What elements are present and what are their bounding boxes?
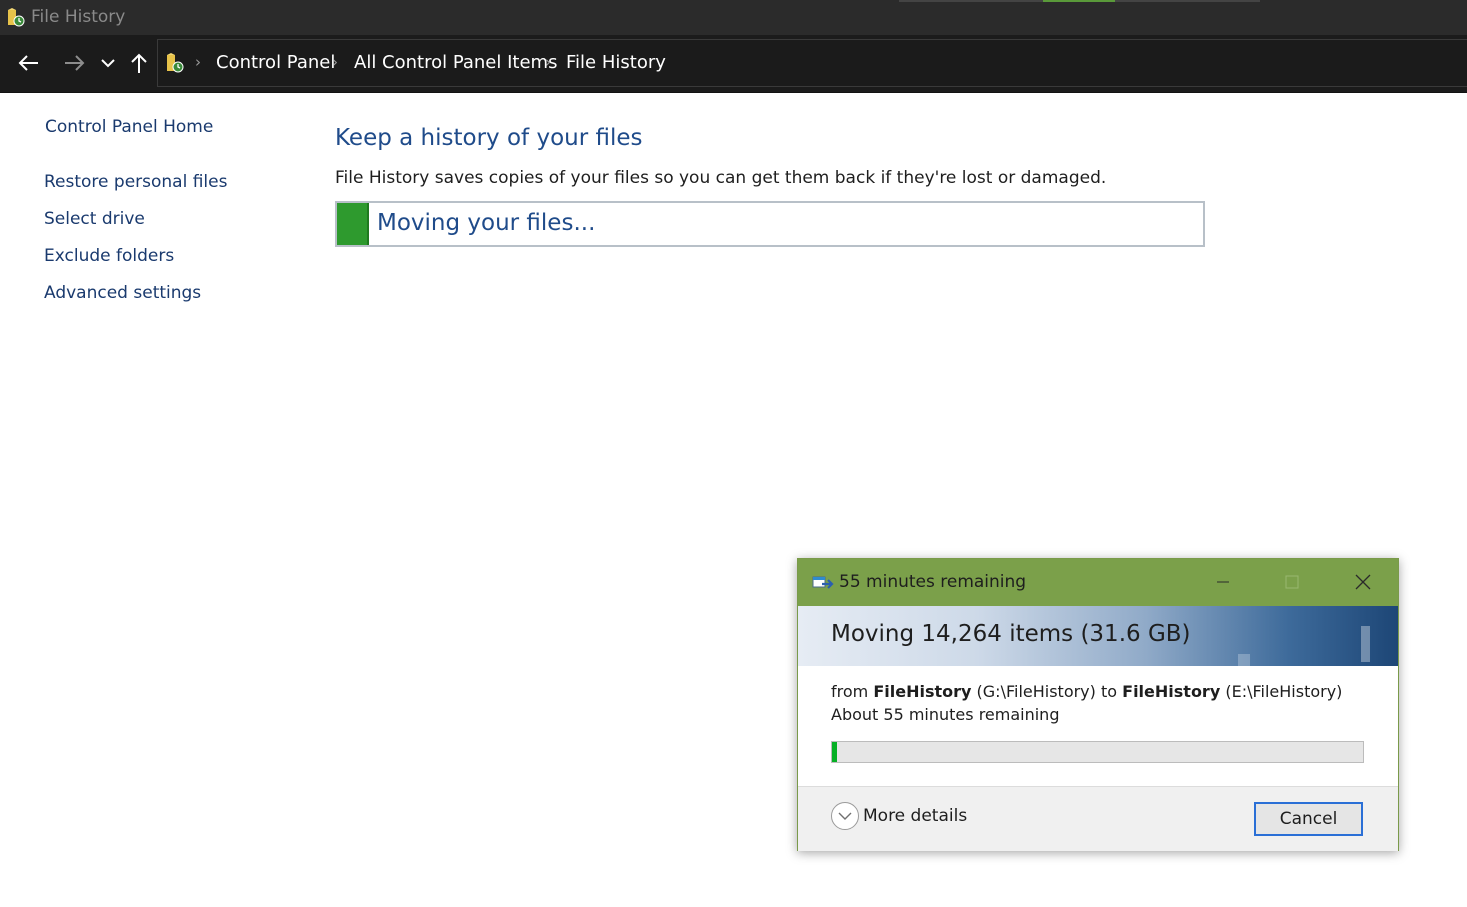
window-title: File History <box>31 7 126 27</box>
dialog-title: 55 minutes remaining <box>839 572 1027 592</box>
banner-decoration <box>1238 654 1250 666</box>
expand-chevron-icon[interactable] <box>831 802 859 830</box>
maximize-icon <box>1285 575 1299 589</box>
window-titlebar: File History <box>0 0 1467 35</box>
dialog-titlebar[interactable]: 55 minutes remaining <box>798 559 1398 606</box>
close-button[interactable] <box>1340 567 1386 597</box>
back-button[interactable] <box>14 47 44 79</box>
banner-decoration <box>1361 626 1370 662</box>
minimize-button[interactable] <box>1200 567 1246 597</box>
dialog-footer: More details Cancel <box>798 786 1398 851</box>
status-text: Moving your files... <box>377 210 596 236</box>
copy-files-icon <box>812 576 834 589</box>
breadcrumb-separator-icon[interactable]: › <box>332 53 338 71</box>
dialog-body: from FileHistory (G:\FileHistory) to Fil… <box>798 666 1398 786</box>
titlebar-accent-segment <box>899 0 1043 2</box>
restore-personal-files-link[interactable]: Restore personal files <box>44 172 227 192</box>
cancel-button[interactable]: Cancel <box>1254 802 1363 836</box>
breadcrumb-file-history[interactable]: File History <box>566 52 666 73</box>
select-drive-link[interactable]: Select drive <box>44 209 145 229</box>
transfer-description: from FileHistory (G:\FileHistory) to Fil… <box>831 682 1342 701</box>
titlebar-accent-segment <box>1043 0 1115 2</box>
breadcrumb-control-panel[interactable]: Control Panel <box>216 52 335 73</box>
copy-progress-bar <box>831 741 1364 763</box>
page-title: Keep a history of your files <box>335 125 643 151</box>
destination-path: (E:\FileHistory) <box>1225 682 1343 701</box>
time-remaining-text: About 55 minutes remaining <box>831 705 1060 724</box>
forward-button[interactable] <box>59 47 89 79</box>
more-details-label[interactable]: More details <box>863 806 967 826</box>
titlebar-accent-segment <box>1115 0 1260 2</box>
chevron-down-icon <box>101 59 115 68</box>
from-label: from <box>831 682 869 701</box>
more-details-toggle[interactable]: More details <box>831 801 967 831</box>
close-icon <box>1355 574 1371 590</box>
copy-progress-dialog: 55 minutes remaining Moving 14,264 items… <box>797 558 1399 851</box>
destination-folder-link[interactable]: FileHistory <box>1122 682 1220 701</box>
banner-heading: Moving 14,264 items (31.6 GB) <box>831 621 1191 647</box>
recent-locations-button[interactable] <box>94 47 122 79</box>
to-label: to <box>1100 682 1118 701</box>
file-history-icon <box>167 53 184 73</box>
advanced-settings-link[interactable]: Advanced settings <box>44 283 201 303</box>
source-path: (G:\FileHistory) <box>976 682 1096 701</box>
control-panel-home-link[interactable]: Control Panel Home <box>45 117 213 137</box>
status-panel: Moving your files... <box>335 201 1205 247</box>
address-field[interactable]: › Control Panel › All Control Panel Item… <box>157 39 1467 87</box>
breadcrumb-separator-icon[interactable]: › <box>545 53 551 71</box>
progress-fill <box>832 742 838 762</box>
status-indicator <box>337 203 369 245</box>
source-folder-link[interactable]: FileHistory <box>873 682 971 701</box>
maximize-button[interactable] <box>1269 567 1315 597</box>
dialog-banner: Moving 14,264 items (31.6 GB) <box>798 606 1398 666</box>
arrow-left-icon <box>18 55 38 71</box>
arrow-up-icon <box>131 53 147 73</box>
address-bar: › Control Panel › All Control Panel Item… <box>0 35 1467 93</box>
breadcrumb-all-control-panel-items[interactable]: All Control Panel Items <box>354 52 557 73</box>
page-description: File History saves copies of your files … <box>335 168 1107 188</box>
breadcrumb-separator-icon[interactable]: › <box>195 53 201 71</box>
up-button[interactable] <box>124 47 154 79</box>
arrow-right-icon <box>65 55 85 71</box>
file-history-icon <box>8 8 25 27</box>
minimize-icon <box>1217 581 1229 583</box>
exclude-folders-link[interactable]: Exclude folders <box>44 246 174 266</box>
